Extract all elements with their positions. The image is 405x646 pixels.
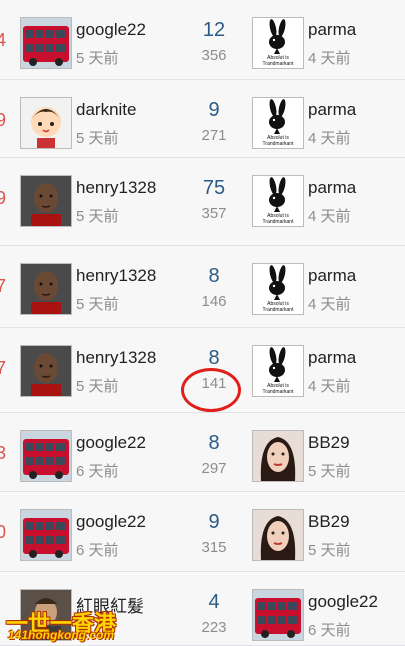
highlight-circle: [181, 368, 241, 412]
thread-row[interactable]: 4 google22 5 天前 12 356 Absolut is Trandmarkan…: [0, 0, 405, 80]
author-time: 5 天前: [76, 296, 119, 313]
last-poster-link[interactable]: parma: [308, 20, 356, 40]
author-time: 5 天前: [76, 130, 119, 147]
last-poster-link[interactable]: parma: [308, 178, 356, 198]
author-avatar[interactable]: [20, 17, 72, 69]
last-post-time: 4 天前: [308, 296, 351, 313]
reply-count: 75: [202, 177, 226, 199]
last-post-time: 5 天前: [308, 463, 351, 480]
author-avatar[interactable]: [20, 263, 72, 315]
avatar-caption: Absolut is Trandmarkant: [262, 55, 294, 67]
view-count: 271: [201, 127, 227, 144]
view-count: 223: [201, 619, 227, 636]
reply-count: 9: [208, 511, 220, 533]
row-number: 9: [0, 188, 7, 208]
last-poster-avatar[interactable]: Absolut is Trandmarkant: [252, 263, 304, 315]
last-post-time: 6 天前: [308, 622, 351, 639]
author-link[interactable]: henry1328: [76, 178, 156, 198]
reply-count: 4: [208, 591, 220, 613]
thread-row[interactable]: 3 google22 6 天前 8 297 BB29 5 天前: [0, 413, 405, 492]
last-poster-avatar[interactable]: Absolut is Trandmarkant: [252, 17, 304, 69]
reply-count: 12: [202, 19, 226, 41]
avatar-caption: Absolut is Trandmarkant: [262, 301, 294, 313]
avatar-caption: Absolut is Trandmarkant: [262, 135, 294, 147]
author-link[interactable]: google22: [76, 20, 146, 40]
last-poster-link[interactable]: BB29: [308, 512, 350, 532]
author-avatar[interactable]: [20, 97, 72, 149]
author-avatar[interactable]: [20, 509, 72, 561]
author-time: 5 天前: [76, 378, 119, 395]
author-link[interactable]: google22: [76, 512, 146, 532]
view-count: 297: [201, 460, 227, 477]
thread-row[interactable]: 9 darknite 5 天前 9 271 Absolut is Trandmarkant…: [0, 80, 405, 158]
author-link[interactable]: darknite: [76, 100, 136, 120]
row-number: 4: [0, 30, 7, 50]
reply-count: 8: [208, 347, 220, 369]
last-post-time: 5 天前: [308, 542, 351, 559]
reply-count: 8: [208, 432, 220, 454]
row-number: 7: [0, 358, 7, 378]
reply-count: 9: [208, 99, 220, 121]
author-link[interactable]: henry1328: [76, 348, 156, 368]
row-number: 7: [0, 276, 7, 296]
last-post-time: 4 天前: [308, 378, 351, 395]
avatar-caption: Absolut is Trandmarkant: [262, 383, 294, 395]
author-avatar[interactable]: [20, 345, 72, 397]
last-poster-avatar[interactable]: [252, 589, 304, 641]
row-number: 0: [0, 522, 7, 542]
view-count: 146: [201, 293, 227, 310]
thread-row[interactable]: 0 google22 6 天前 9 315 BB29 5 天前: [0, 492, 405, 572]
author-avatar[interactable]: [20, 430, 72, 482]
author-time: 5 天前: [76, 50, 119, 67]
last-post-time: 4 天前: [308, 208, 351, 225]
author-link[interactable]: google22: [76, 433, 146, 453]
last-post-time: 4 天前: [308, 130, 351, 147]
author-link[interactable]: henry1328: [76, 266, 156, 286]
row-number: 9: [0, 110, 7, 130]
watermark-logo: 一世一香港 141hongkong.com: [0, 606, 135, 646]
author-time: 6 天前: [76, 463, 119, 480]
view-count: 357: [201, 205, 227, 222]
thread-row[interactable]: 9 henry1328 5 天前 75 357 Absolut is Trandmarka…: [0, 158, 405, 246]
reply-count: 8: [208, 265, 220, 287]
view-count: 356: [201, 47, 227, 64]
last-poster-avatar[interactable]: Absolut is Trandmarkant: [252, 175, 304, 227]
last-poster-link[interactable]: parma: [308, 266, 356, 286]
author-avatar[interactable]: [20, 175, 72, 227]
thread-row[interactable]: 7 henry1328 5 天前 8 146 Absolut is Trandmarkan…: [0, 246, 405, 328]
last-poster-link[interactable]: parma: [308, 348, 356, 368]
last-post-time: 4 天前: [308, 50, 351, 67]
avatar-caption: Absolut is Trandmarkant: [262, 213, 294, 225]
last-poster-link[interactable]: parma: [308, 100, 356, 120]
last-poster-avatar[interactable]: [252, 430, 304, 482]
watermark-url: 141hongkong.com: [8, 628, 115, 642]
last-poster-link[interactable]: google22: [308, 592, 378, 612]
last-poster-avatar[interactable]: [252, 509, 304, 561]
row-number: 3: [0, 443, 7, 463]
author-time: 6 天前: [76, 542, 119, 559]
last-poster-link[interactable]: BB29: [308, 433, 350, 453]
last-poster-avatar[interactable]: Absolut is Trandmarkant: [252, 345, 304, 397]
author-time: 5 天前: [76, 208, 119, 225]
view-count: 315: [201, 539, 227, 556]
last-poster-avatar[interactable]: Absolut is Trandmarkant: [252, 97, 304, 149]
